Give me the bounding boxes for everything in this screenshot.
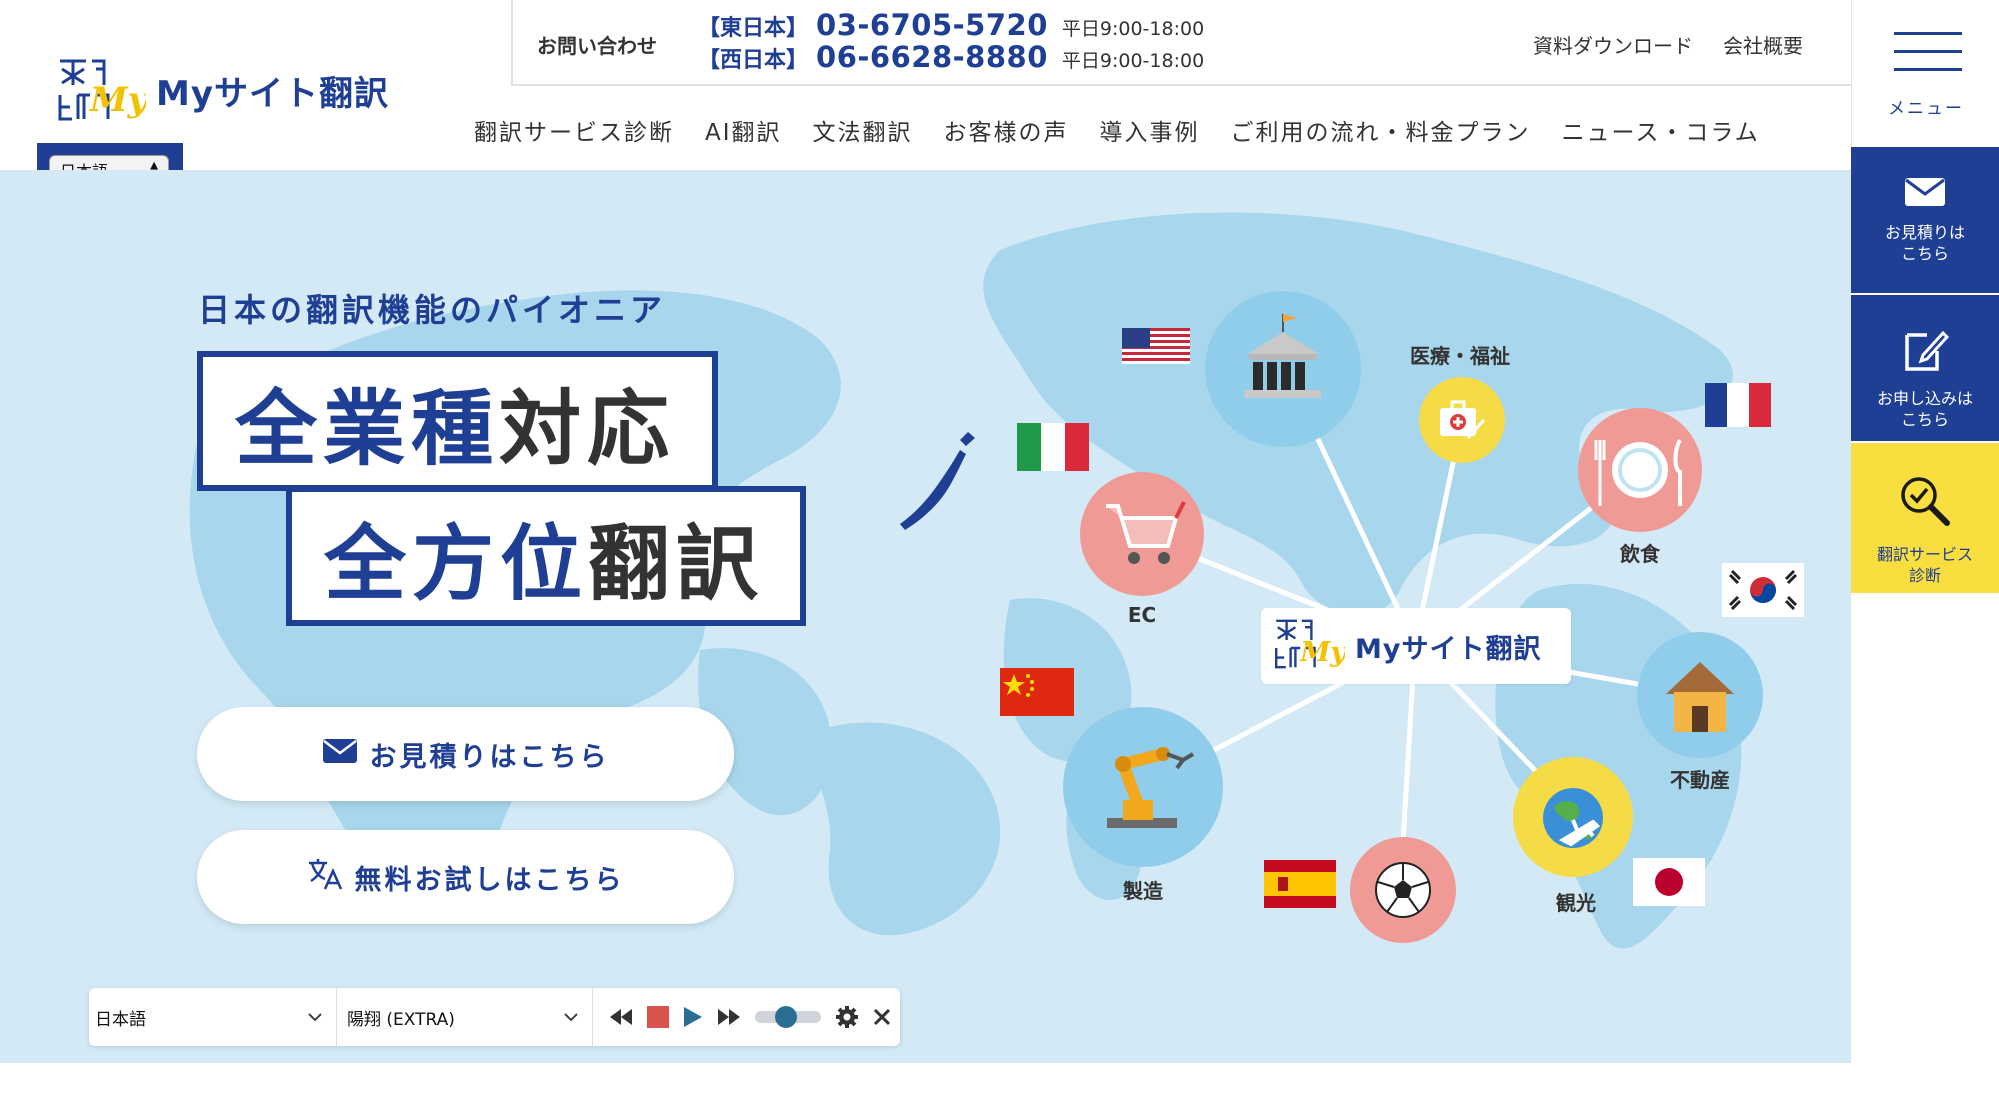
download-link[interactable]: 資料ダウンロード xyxy=(1533,30,1693,59)
side-diagnosis-button[interactable]: 翻訳サービス 診断 xyxy=(1851,443,1999,593)
medical-kit-icon xyxy=(1438,398,1488,448)
industry-label-tourism: 観光 xyxy=(1556,891,1596,915)
chevron-down-icon xyxy=(564,1007,578,1027)
free-trial-cta-button[interactable]: 無料お試しはこちら xyxy=(197,830,734,924)
rewind-icon[interactable] xyxy=(609,1008,633,1026)
hero-tagline: 日本の翻訳機能のパイオニア xyxy=(198,291,667,329)
hero-section: EC 医療・福祉 飲食 不動産 観光 製造 My Myサイト翻訳 日本の翻訳機能… xyxy=(0,170,1851,1063)
nav-item-ai-translation[interactable]: AI翻訳 xyxy=(705,113,782,147)
tts-language-value: 日本語 xyxy=(95,1009,146,1030)
side-rail: メニュー お見積りは こちら お申し込みは こちら 翻訳サービス 診断 xyxy=(1851,0,1999,1109)
industry-label-medical: 医療・福祉 xyxy=(1410,344,1510,368)
svg-text:My: My xyxy=(1299,636,1345,668)
tts-voice-select[interactable]: 陽翔 (EXTRA) xyxy=(337,988,593,1046)
search-check-icon xyxy=(1897,473,1953,535)
dining-plate-icon xyxy=(1590,430,1690,514)
contact-bar: お問い合わせ 【東日本】 03-6705-5720 平日9:00-18:00 【… xyxy=(511,0,1851,86)
close-icon[interactable] xyxy=(873,1008,891,1026)
phone-west-hours: 平日9:00-18:00 xyxy=(1061,50,1205,72)
play-icon[interactable] xyxy=(683,1006,703,1028)
tts-volume-slider-handle[interactable] xyxy=(774,1006,797,1028)
stop-icon[interactable] xyxy=(647,1006,669,1028)
italy-flag-icon xyxy=(1017,423,1089,475)
shopping-cart-icon xyxy=(1102,496,1186,576)
contact-label: お問い合わせ xyxy=(537,34,657,58)
usa-flag-icon xyxy=(1122,328,1190,368)
side-apply-label: お申し込みは こちら xyxy=(1876,388,1973,429)
side-apply-button[interactable]: お申し込みは こちら xyxy=(1851,295,1999,441)
nav-item-diagnosis[interactable]: 翻訳サービス診断 xyxy=(474,113,674,147)
tts-voice-value: 陽翔 (EXTRA) xyxy=(347,1009,455,1030)
house-icon xyxy=(1658,654,1742,742)
gear-icon[interactable] xyxy=(835,1005,859,1029)
industry-label-food: 飲食 xyxy=(1620,542,1660,566)
spain-flag-icon xyxy=(1264,860,1336,912)
nav-item-grammar-translation[interactable]: 文法翻訳 xyxy=(813,113,913,147)
nav-item-cases[interactable]: 導入事例 xyxy=(1100,113,1200,147)
france-flag-icon xyxy=(1705,383,1771,431)
hero-headline-line2: 全方位 翻訳 xyxy=(286,486,806,626)
side-diagnosis-label: 翻訳サービス 診断 xyxy=(1876,544,1973,585)
phone-west-number[interactable]: 06-6628-8880 xyxy=(816,40,1048,74)
hero-headline-line2-rest: 翻訳 xyxy=(588,516,765,612)
phone-west: 【西日本】 06-6628-8880 平日9:00-18:00 xyxy=(698,40,1204,74)
company-link[interactable]: 会社概要 xyxy=(1723,30,1803,59)
hero-headline-line1-rest: 対応 xyxy=(499,381,676,477)
apply-form-icon xyxy=(1901,325,1950,379)
china-flag-icon xyxy=(1000,668,1074,720)
mail-icon xyxy=(322,738,358,771)
nav-item-pricing[interactable]: ご利用の流れ・料金プラン xyxy=(1231,113,1531,147)
estimate-cta-label: お見積りはこちら xyxy=(369,741,610,773)
estimate-cta-button[interactable]: お見積りはこちら xyxy=(197,707,734,801)
hamburger-icon xyxy=(1894,32,1962,86)
free-trial-cta-label: 無料お試しはこちら xyxy=(354,864,625,896)
nav-item-voices[interactable]: お客様の声 xyxy=(944,113,1069,147)
industry-label-ec: EC xyxy=(1127,603,1157,627)
mail-icon xyxy=(1904,177,1946,213)
fast-forward-icon[interactable] xyxy=(717,1008,741,1026)
phone-east: 【東日本】 03-6705-5720 平日9:00-18:00 xyxy=(698,8,1204,42)
main-nav: 翻訳サービス診断 AI翻訳 文法翻訳 お客様の声 導入事例 ご利用の流れ・料金プ… xyxy=(474,113,1760,147)
logo-mark-icon: My xyxy=(1273,616,1348,676)
phone-east-hours: 平日9:00-18:00 xyxy=(1061,18,1205,40)
robot-arm-icon xyxy=(1093,740,1203,844)
hero-headline-line1-emphasis: 全業種 xyxy=(235,381,500,477)
globe-airplane-icon xyxy=(1533,778,1613,862)
translate-icon xyxy=(307,857,343,898)
tts-player: 日本語 陽翔 (EXTRA) xyxy=(89,988,900,1046)
industry-label-manufacturing: 製造 xyxy=(1123,879,1163,903)
soccer-ball-icon xyxy=(1373,860,1433,924)
menu-label: メニュー xyxy=(1888,99,1964,119)
site-header: My Myサイト翻訳 日本語 ▲▼ お問い合わせ 【東日本】 03-6705-5… xyxy=(0,0,1851,195)
menu-button[interactable]: メニュー xyxy=(1851,0,1999,147)
phone-east-number[interactable]: 03-6705-5720 xyxy=(816,8,1048,42)
government-building-icon xyxy=(1243,310,1323,414)
nav-item-news[interactable]: ニュース・コラム xyxy=(1562,113,1760,147)
side-estimate-label: お見積りは こちら xyxy=(1884,222,1965,263)
site-logo[interactable]: My Myサイト翻訳 xyxy=(56,55,389,125)
hero-headline-line2-emphasis: 全方位 xyxy=(324,516,589,612)
svg-text:My: My xyxy=(89,80,146,120)
center-brand-text: Myサイト翻訳 xyxy=(1355,633,1542,665)
center-brand-badge: My Myサイト翻訳 xyxy=(1261,608,1571,684)
top-links: 資料ダウンロード 会社概要 xyxy=(1533,30,1803,59)
phone-west-region: 【西日本】 xyxy=(698,48,809,73)
side-estimate-button[interactable]: お見積りは こちら xyxy=(1851,147,1999,293)
tts-language-select[interactable]: 日本語 xyxy=(89,988,337,1046)
tts-volume-slider[interactable] xyxy=(755,1006,821,1028)
site-logo-text: Myサイト翻訳 xyxy=(156,73,389,114)
logo-mark-icon: My xyxy=(56,55,150,125)
phone-east-region: 【東日本】 xyxy=(698,16,809,41)
korea-flag-icon xyxy=(1722,563,1804,621)
hero-headline-line1: 全業種 対応 xyxy=(197,351,718,491)
chevron-down-icon xyxy=(308,1007,322,1027)
industry-label-realestate: 不動産 xyxy=(1670,768,1730,792)
japan-flag-icon xyxy=(1633,858,1705,910)
tts-controls xyxy=(593,1005,891,1029)
